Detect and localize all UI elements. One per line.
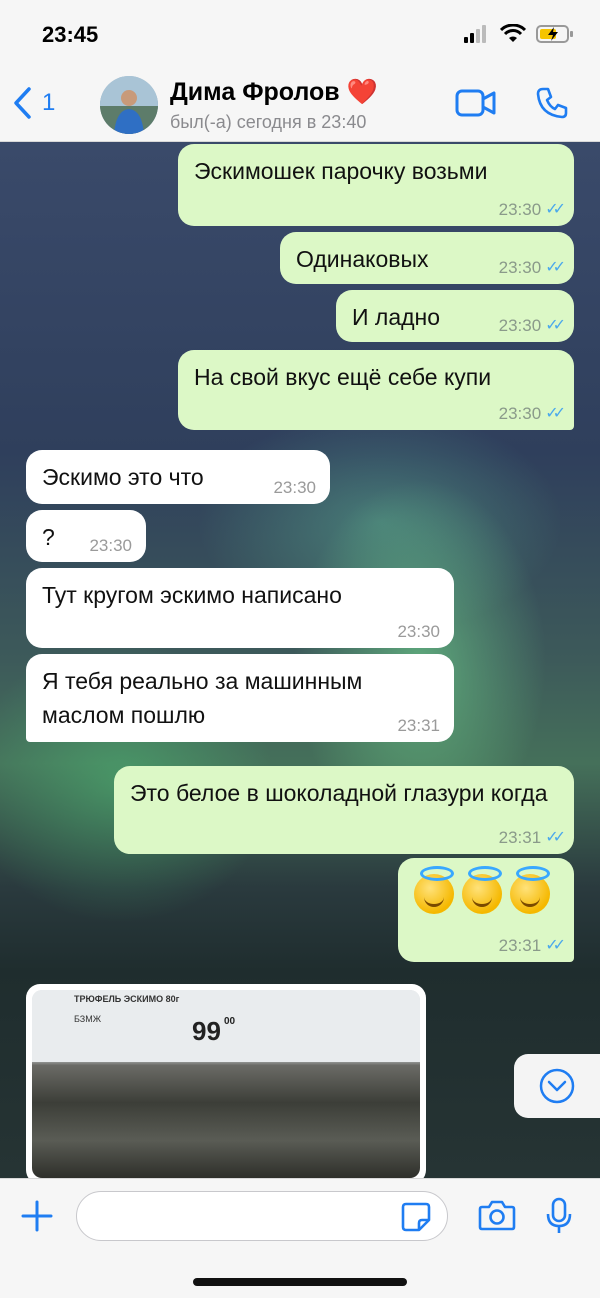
unread-count: 1 xyxy=(42,89,56,116)
plus-icon xyxy=(21,1200,53,1232)
message-text: ? xyxy=(42,524,55,550)
message-time: 23:30 ✓✓ xyxy=(498,316,566,335)
contact-last-seen: был(-а) сегодня в 23:40 xyxy=(170,112,367,132)
message-time: 23:30 ✓✓ xyxy=(498,258,566,277)
photo-message[interactable]: ТРЮФЕЛЬ ЭСКИМО 80г БЗМЖ 99 00 xyxy=(26,984,426,1178)
contact-name[interactable]: Дима Фролов ❤️ xyxy=(170,78,378,107)
smiling-face-with-halo-icon xyxy=(462,866,502,914)
emoji-message-bubble[interactable]: 23:31 ✓✓ xyxy=(398,858,574,962)
message-time: 23:30 xyxy=(397,622,440,641)
read-ticks-icon: ✓✓ xyxy=(545,259,566,276)
cellular-signal-icon xyxy=(464,25,486,43)
message-bubble[interactable]: ? 23:30 xyxy=(26,510,146,562)
price-tag-price: 99 xyxy=(192,1016,221,1046)
message-time: 23:31 xyxy=(397,716,440,735)
message-time: 23:31 ✓✓ xyxy=(498,936,566,955)
message-time: 23:30 xyxy=(273,478,316,497)
avatar-person-icon xyxy=(100,76,158,134)
smiling-face-with-halo-icon xyxy=(414,866,454,914)
status-bar: 23:45 xyxy=(0,0,600,70)
read-ticks-icon: ✓✓ xyxy=(545,405,566,422)
home-indicator[interactable] xyxy=(193,1278,407,1286)
chevron-left-icon xyxy=(14,87,31,119)
message-bubble[interactable]: Я тебя реально за машинным маслом пошлю … xyxy=(26,654,454,742)
status-icons xyxy=(464,24,574,44)
message-bubble[interactable]: На свой вкус ещё себе купи 23:30 ✓✓ xyxy=(178,350,574,430)
price-tag-product-name: ТРЮФЕЛЬ ЭСКИМО 80г xyxy=(74,994,180,1004)
sticker-icon xyxy=(401,1202,431,1232)
contact-avatar[interactable] xyxy=(100,76,158,134)
sticker-button[interactable] xyxy=(400,1201,432,1238)
scroll-to-bottom-button[interactable] xyxy=(514,1054,600,1118)
attach-button[interactable] xyxy=(20,1199,54,1238)
read-ticks-icon: ✓✓ xyxy=(545,201,566,218)
chevron-down-circle-icon xyxy=(539,1068,575,1104)
price-tag: ТРЮФЕЛЬ ЭСКИМО 80г БЗМЖ 99 00 xyxy=(32,990,420,1062)
message-text: Одинаковых xyxy=(296,246,429,272)
read-ticks-icon: ✓✓ xyxy=(545,317,566,334)
camera-icon xyxy=(478,1200,516,1231)
message-text: Тут кругом эскимо написано xyxy=(42,582,342,608)
message-time: 23:30 ✓✓ xyxy=(498,200,566,219)
read-ticks-icon: ✓✓ xyxy=(545,829,566,846)
status-time: 23:45 xyxy=(42,22,99,47)
message-text: Эскимо это что xyxy=(42,464,204,490)
message-time: 23:30 ✓✓ xyxy=(498,404,566,423)
camera-button[interactable] xyxy=(478,1199,516,1236)
message-text: Это белое в шоколадной глазури когда xyxy=(130,780,548,806)
message-input[interactable] xyxy=(76,1191,448,1241)
message-bubble[interactable]: Тут кругом эскимо написано 23:30 xyxy=(26,568,454,648)
message-bubble[interactable]: Эскимошек парочку возьми 23:30 ✓✓ xyxy=(178,144,574,226)
price-tag-cents: 00 xyxy=(224,1016,236,1027)
smiling-face-with-halo-icon xyxy=(510,866,550,914)
message-time: 23:31 ✓✓ xyxy=(498,828,566,847)
microphone-icon xyxy=(546,1197,572,1233)
battery-charging-icon xyxy=(536,25,573,43)
photo-image[interactable]: ТРЮФЕЛЬ ЭСКИМО 80г БЗМЖ 99 00 xyxy=(32,990,420,1178)
emoji-row xyxy=(414,866,558,923)
message-bubble[interactable]: Это белое в шоколадной глазури когда 23:… xyxy=(114,766,574,854)
video-camera-icon xyxy=(455,89,496,117)
chat-header: 1 Дима Фролов ❤️ был(-а) сегодня в 23:40 xyxy=(0,70,600,142)
message-text: На свой вкус ещё себе купи xyxy=(194,364,492,390)
message-time: 23:30 xyxy=(89,536,132,555)
wifi-icon xyxy=(500,24,526,42)
video-call-button[interactable] xyxy=(455,88,497,123)
message-text: Эскимошек парочку возьми xyxy=(194,158,488,184)
message-text: Я тебя реально за машинным маслом пошлю xyxy=(42,668,363,728)
chat-area[interactable]: Эскимошек парочку возьми 23:30 ✓✓ Одинако… xyxy=(0,142,600,1178)
message-bubble[interactable]: Одинаковых 23:30 ✓✓ xyxy=(280,232,574,284)
read-ticks-icon: ✓✓ xyxy=(545,937,566,954)
phone-icon xyxy=(536,87,568,119)
back-button[interactable]: 1 xyxy=(12,86,55,120)
message-bubble[interactable]: И ладно 23:30 ✓✓ xyxy=(336,290,574,342)
message-bubble[interactable]: Эскимо это что 23:30 xyxy=(26,450,330,504)
voice-message-button[interactable] xyxy=(545,1197,573,1240)
message-text: И ладно xyxy=(352,304,441,330)
voice-call-button[interactable] xyxy=(535,86,569,125)
